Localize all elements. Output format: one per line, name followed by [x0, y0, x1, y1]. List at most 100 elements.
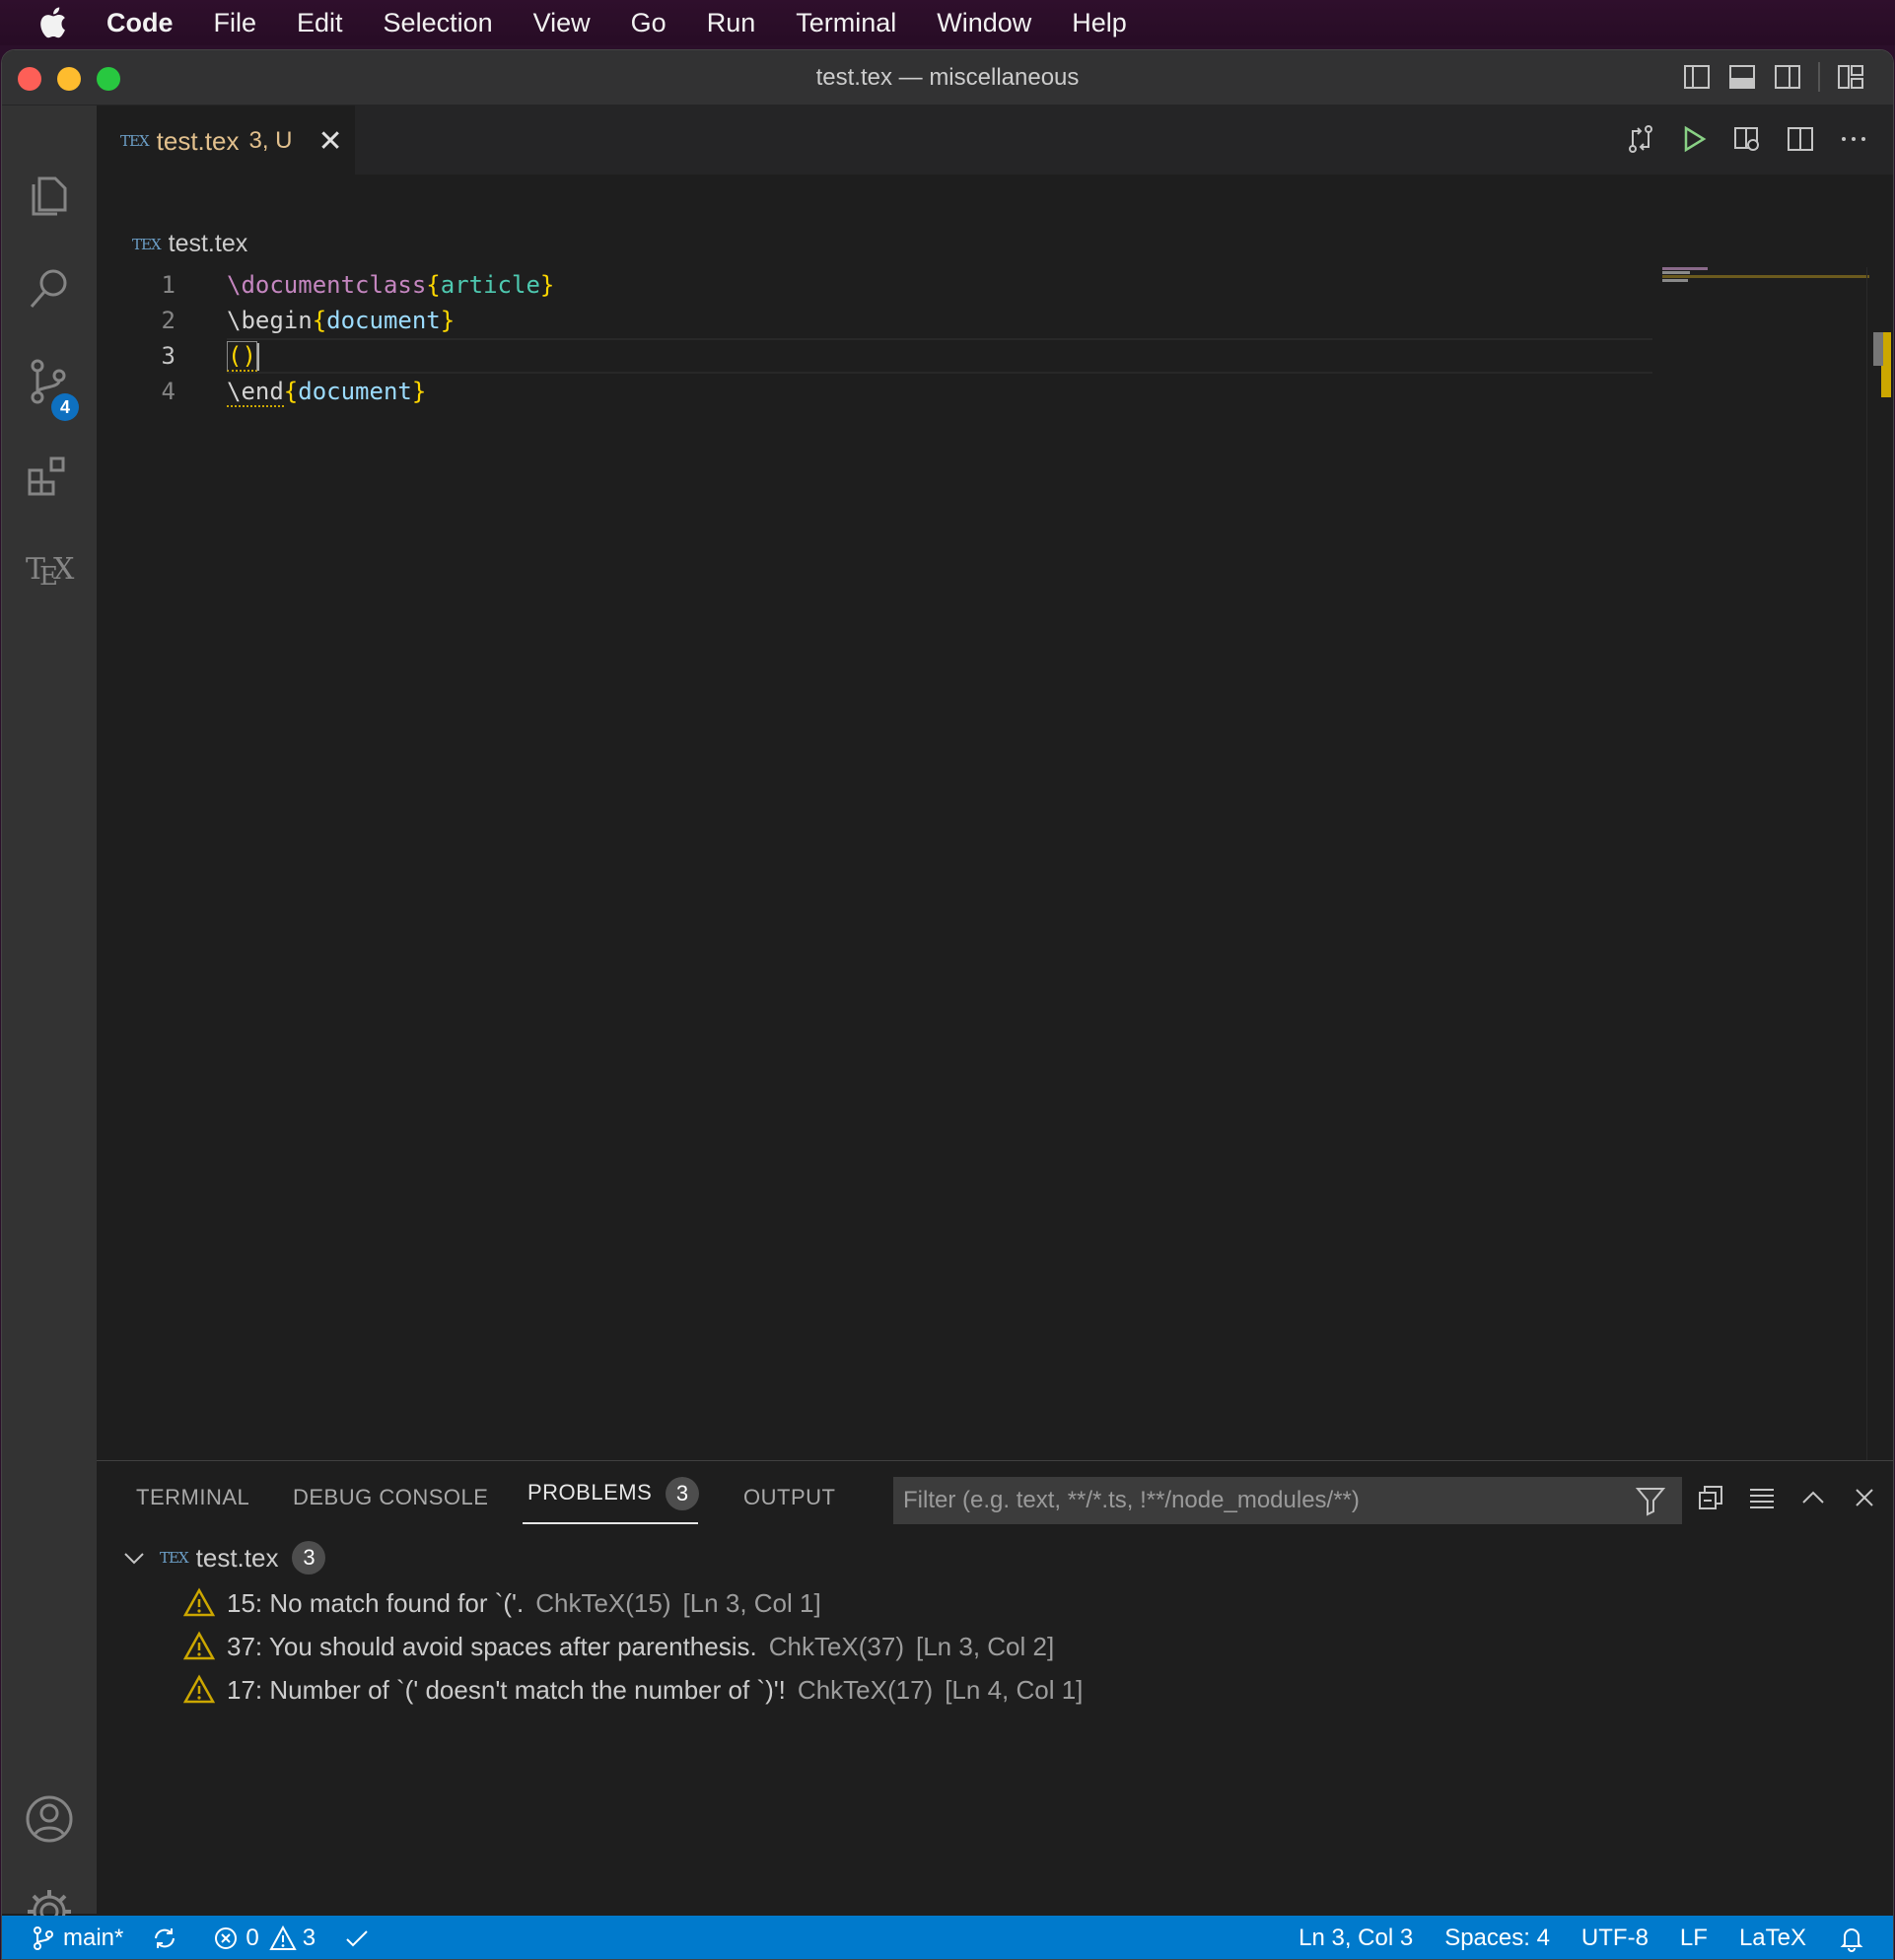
tex-file-icon: TEX [160, 1549, 189, 1567]
apple-icon[interactable] [37, 6, 67, 39]
panel-tab-terminal[interactable]: TERMINAL [136, 1485, 249, 1510]
check-button[interactable] [343, 1925, 377, 1952]
menu-window[interactable]: Window [937, 8, 1031, 38]
menu-selection[interactable]: Selection [384, 8, 493, 38]
text-cursor [256, 343, 259, 371]
brace: { [426, 271, 441, 299]
problems-file-name: test.tex [195, 1542, 279, 1573]
tex-file-icon: TEX [132, 235, 162, 253]
toggle-panel-icon[interactable] [1727, 62, 1757, 92]
git-branch-icon [34, 1926, 53, 1950]
view-as-list-icon[interactable] [1745, 1481, 1779, 1514]
latex-argument: article [440, 271, 540, 299]
error-icon [215, 1927, 238, 1949]
close-panel-icon[interactable] [1848, 1481, 1881, 1514]
layout-separator [1818, 62, 1820, 92]
problems-count-badge: 3 [666, 1477, 700, 1510]
sync-button[interactable] [151, 1925, 184, 1952]
open-changes-icon[interactable] [1625, 123, 1656, 155]
scroll-thumb[interactable] [1873, 332, 1883, 366]
menu-help[interactable]: Help [1072, 8, 1127, 38]
cursor-position[interactable]: Ln 3, Col 3 [1298, 1925, 1413, 1952]
breadcrumb[interactable]: TEX test.tex [132, 230, 247, 258]
problems-filter-input[interactable] [893, 1477, 1682, 1524]
warning-icon [183, 1587, 215, 1617]
vscode-window: test.tex — miscellaneous 4 T E X TEX tes… [1, 49, 1894, 1960]
filter-icon[interactable] [1635, 1485, 1666, 1516]
tex-icon[interactable]: T E X [24, 543, 75, 595]
accounts-icon[interactable] [24, 1793, 75, 1845]
warning-count: 3 [302, 1925, 316, 1951]
menu-app-code[interactable]: Code [106, 8, 174, 38]
brace: } [411, 378, 427, 405]
latex-command: \documentclass [227, 271, 427, 299]
minimap[interactable] [1662, 267, 1869, 307]
svg-text:X: X [53, 552, 75, 587]
brace: { [312, 307, 327, 334]
menu-view[interactable]: View [533, 8, 591, 38]
problems-file-count: 3 [292, 1541, 326, 1575]
encoding[interactable]: UTF-8 [1581, 1925, 1649, 1952]
open-preview-icon[interactable] [1731, 123, 1763, 155]
activity-bar: 4 T E X [2, 105, 97, 1933]
tab-label: test.tex [156, 125, 240, 156]
menu-run[interactable]: Run [707, 8, 756, 38]
breadcrumb-file[interactable]: test.tex [169, 230, 248, 258]
problem-message: 15: No match found for `('. [227, 1587, 525, 1618]
active-tab-indicator [523, 1522, 698, 1524]
close-icon[interactable]: ✕ [317, 124, 342, 159]
problem-item[interactable]: 15: No match found for `('. ChkTeX(15) [… [183, 1581, 821, 1625]
status-bar: main* 0 3 Ln 3, Col 3 Spaces: 4 UTF-8 LF… [2, 1916, 1893, 1959]
menu-edit[interactable]: Edit [297, 8, 343, 38]
split-editor-icon[interactable] [1785, 123, 1816, 155]
latex-argument: document [326, 307, 441, 334]
customize-layout-icon[interactable] [1836, 62, 1865, 92]
code-line-3: 3 () [97, 338, 1654, 374]
brace: } [539, 271, 555, 299]
maximize-panel-icon[interactable] [1796, 1481, 1830, 1514]
line-number: 2 [161, 307, 175, 334]
code-editor[interactable]: 1 \documentclass{article} 2 \begin{docum… [97, 267, 1893, 1460]
panel-tab-debug-console[interactable]: DEBUG CONSOLE [293, 1485, 488, 1510]
explorer-icon[interactable] [24, 171, 75, 222]
problems-summary[interactable]: 0 3 [212, 1925, 316, 1952]
menu-go[interactable]: Go [631, 8, 667, 38]
warning-icon [269, 1925, 297, 1950]
branch-indicator[interactable]: main* [30, 1925, 123, 1952]
toggle-secondary-sidebar-icon[interactable] [1773, 62, 1802, 92]
check-icon [346, 1930, 368, 1947]
indentation[interactable]: Spaces: 4 [1444, 1925, 1550, 1952]
editor-scrollbar[interactable] [1866, 267, 1893, 1460]
problem-message: 17: Number of `(' doesn't match the numb… [227, 1674, 786, 1705]
menu-terminal[interactable]: Terminal [796, 8, 896, 38]
toggle-primary-sidebar-icon[interactable] [1682, 62, 1712, 92]
latex-command: \begin [227, 307, 313, 334]
menu-file[interactable]: File [214, 8, 257, 38]
editor-actions [1625, 123, 1869, 155]
search-icon[interactable] [24, 263, 75, 315]
problems-file-group[interactable]: TEX test.tex 3 [120, 1536, 326, 1579]
parenthesis: () [227, 341, 257, 372]
panel-tab-output[interactable]: OUTPUT [743, 1485, 835, 1510]
tex-file-icon: TEX [120, 132, 150, 150]
problem-item[interactable]: 37: You should avoid spaces after parent… [183, 1625, 1054, 1668]
branch-name: main* [63, 1925, 124, 1951]
chevron-down-icon[interactable] [120, 1544, 148, 1572]
collapse-all-icon[interactable] [1694, 1481, 1727, 1514]
tab-test-tex[interactable]: TEX test.tex 3, U ✕ [97, 105, 355, 175]
language-mode[interactable]: LaTeX [1739, 1925, 1806, 1952]
panel-tab-problems[interactable]: PROBLEMS 3 [527, 1477, 700, 1510]
sync-icon [155, 1928, 175, 1948]
window-title: test.tex — miscellaneous [815, 64, 1080, 91]
code-line-1: 1 \documentclass{article} [97, 267, 1654, 303]
brace: } [440, 307, 456, 334]
run-icon[interactable] [1678, 123, 1710, 155]
more-actions-icon[interactable] [1838, 123, 1869, 155]
warning-icon [183, 1674, 215, 1704]
bell-icon[interactable] [1838, 1925, 1865, 1952]
problem-source: ChkTeX(17) [797, 1674, 934, 1705]
problem-item[interactable]: 17: Number of `(' doesn't match the numb… [183, 1668, 1083, 1712]
end-of-line[interactable]: LF [1680, 1925, 1708, 1952]
macos-menu-bar: Code File Edit Selection View Go Run Ter… [0, 0, 1895, 45]
extensions-icon[interactable] [24, 451, 75, 502]
